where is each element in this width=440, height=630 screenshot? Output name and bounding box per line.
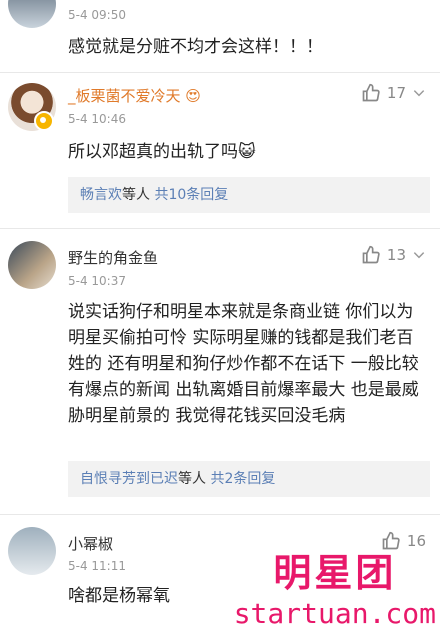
reply-mid: 等人 (178, 471, 206, 487)
like-count: 13 (386, 246, 406, 264)
comment-time: 5-4 10:46 (68, 112, 126, 126)
thumbs-up-icon (362, 245, 380, 264)
reply-mid: 等人 (122, 187, 150, 203)
comment-text: 说实话狗仔和明星本来就是条商业链 你们以为明星买偷拍可怜 实际明星赚的钱都是我们… (68, 302, 419, 426)
watermark-url: startuan.com (233, 597, 436, 630)
like-button[interactable]: 17 (361, 83, 426, 103)
comment-time: 5-4 10:37 (68, 274, 126, 288)
username-text[interactable]: _板栗菌不爱冷天 (68, 87, 181, 105)
comment-1: 5-4 09:50 感觉就是分赃不均才会这样！！！ (0, 0, 440, 74)
vip-badge-icon (34, 111, 54, 131)
comment-time: 5-4 09:50 (68, 8, 126, 22)
chevron-down-icon[interactable] (412, 248, 426, 262)
reply-users[interactable]: 畅言欢 (80, 187, 122, 203)
comment-3: 野生的角金鱼 13 5-4 10:37 说实话狗仔和明星本来就是条商业链 你们以… (0, 229, 440, 512)
comment-username[interactable]: _板栗菌不爱冷天 😍 (68, 85, 201, 106)
reply-users[interactable]: 自恨寻芳到已迟 (80, 471, 178, 487)
comment-username[interactable]: 小幂椒 (68, 533, 113, 554)
avatar[interactable] (8, 0, 56, 28)
watermark: 明星团 startuan.com (234, 542, 436, 630)
reply-count-link[interactable]: 共10条回复 (154, 187, 228, 203)
replies-preview[interactable]: 自恨寻芳到已迟等人 共2条回复 (68, 461, 430, 497)
replies-preview[interactable]: 畅言欢等人 共10条回复 (68, 177, 430, 213)
watermark-title: 明星团 (273, 551, 397, 595)
like-count: 17 (386, 84, 406, 102)
chevron-down-icon[interactable] (412, 86, 426, 100)
emoji-icon: 😍 (185, 87, 201, 105)
reply-count-link[interactable]: 共2条回复 (210, 471, 275, 487)
comment-text: 感觉就是分赃不均才会这样！！！ (68, 37, 323, 57)
comment-time: 5-4 11:11 (68, 559, 126, 573)
avatar[interactable] (8, 241, 56, 289)
avatar[interactable] (8, 527, 56, 575)
comment-username[interactable]: 野生的角金鱼 (68, 247, 158, 268)
comment-text: 所以邓超真的出轨了吗😺 (68, 142, 256, 162)
thumbs-up-icon (362, 83, 380, 102)
comment-2: _板栗菌不爱冷天 😍 17 5-4 10:46 所以邓超真的出轨了吗😺 畅言欢等… (0, 73, 440, 223)
like-button[interactable]: 13 (361, 245, 426, 265)
